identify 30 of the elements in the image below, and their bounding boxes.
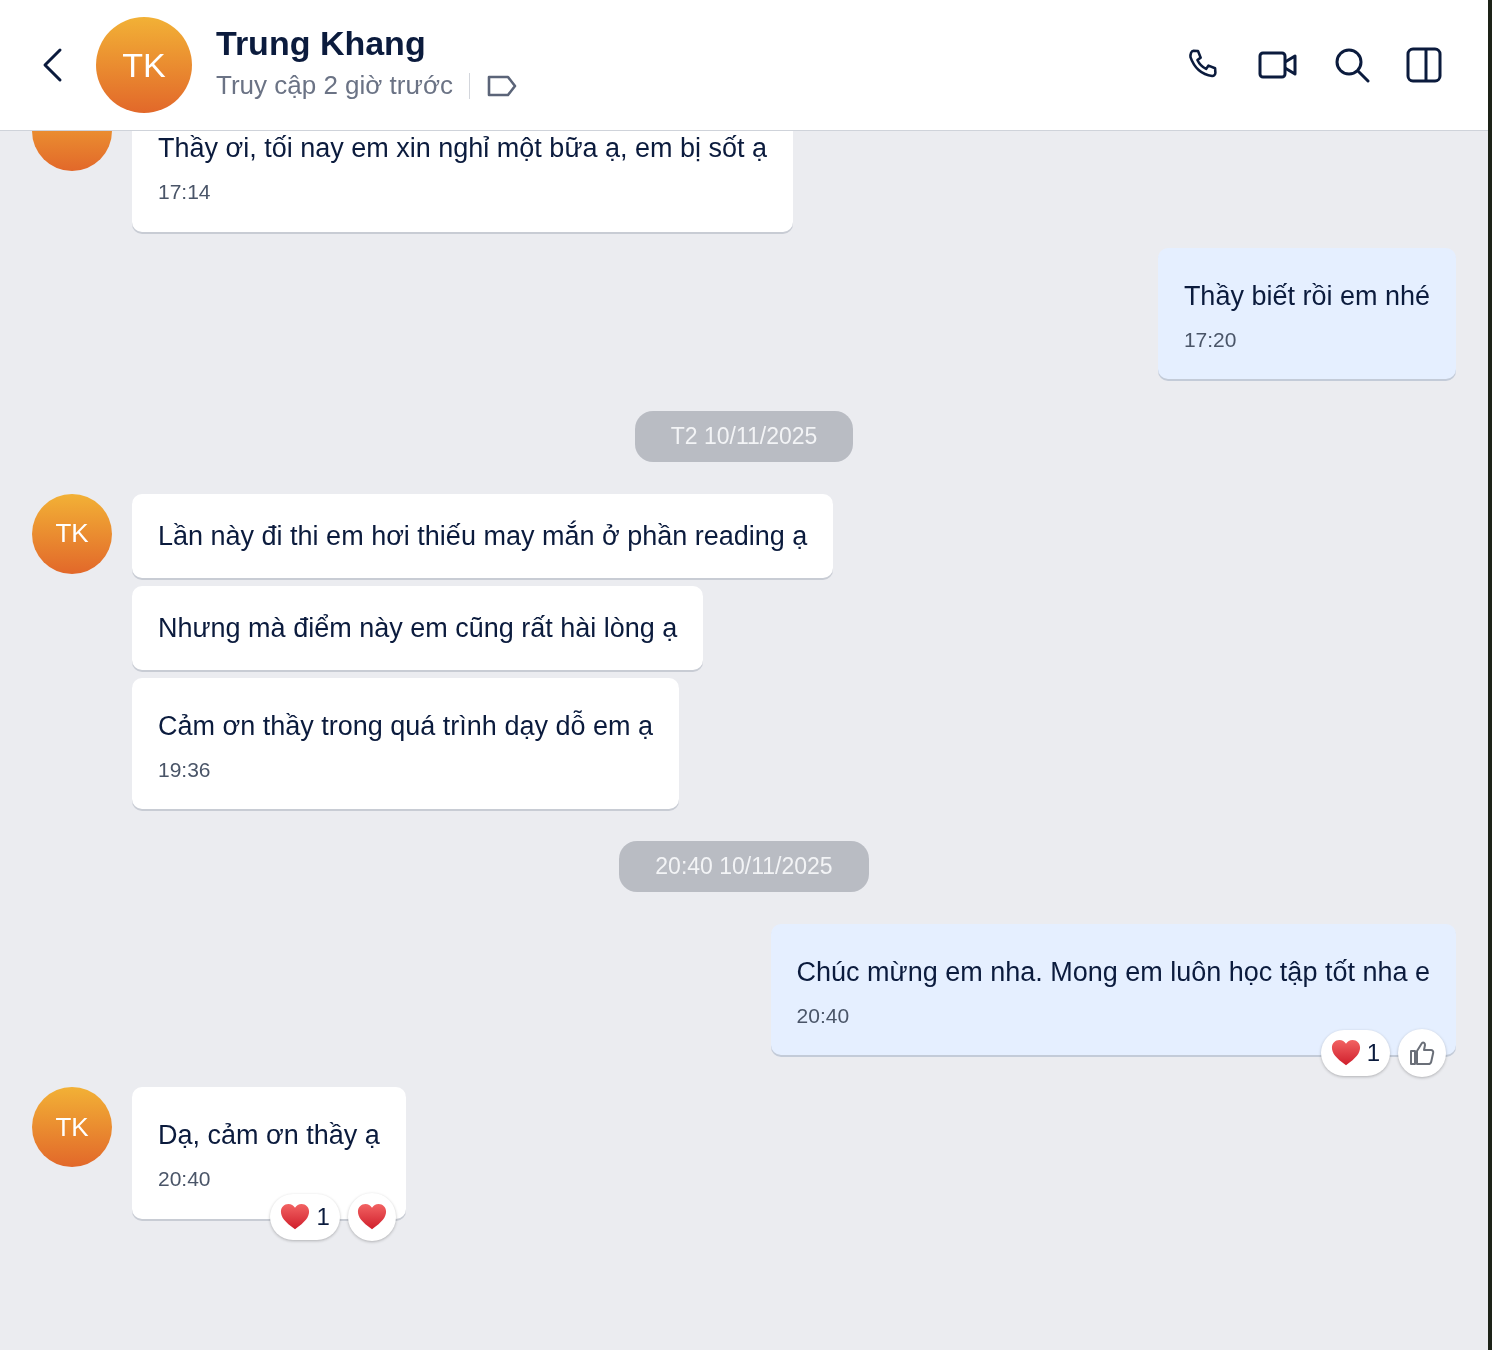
heart-icon — [280, 1201, 311, 1232]
side-panel-icon[interactable] — [1406, 47, 1442, 83]
message-text: Cảm ơn thầy trong quá trình dạy dỗ em ạ — [158, 709, 653, 743]
reaction-count[interactable]: 1 — [270, 1193, 340, 1240]
message-text: Dạ, cảm ơn thầy ạ — [158, 1119, 380, 1152]
contact-name: Trung Khang — [216, 24, 427, 63]
last-seen-text: Truy cập 2 giờ trước — [216, 69, 453, 103]
contact-avatar[interactable]: TK — [32, 1087, 112, 1167]
video-camera-icon[interactable] — [1258, 50, 1298, 80]
date-divider: 20:40 10/11/2025 — [619, 841, 869, 892]
message-text: Thầy biết rồi em nhé — [1183, 279, 1430, 313]
message-text: Thầy ơi, tối nay em xin nghỉ một bữa ạ, em bị sốt ạ — [158, 132, 768, 165]
message-text: Lần này đi thi em hơi thiếu may mắn ở phần reading ạ — [158, 519, 808, 553]
message-text: Nhưng mà điểm này em cũng rất hài lòng ạ — [158, 611, 678, 645]
message-time: 20:40 — [158, 1166, 212, 1192]
reaction-number: 1 — [316, 1201, 330, 1232]
contact-avatar[interactable]: TK — [96, 17, 192, 113]
thumbs-up-icon[interactable] — [1398, 1029, 1446, 1077]
search-icon[interactable] — [1334, 47, 1370, 83]
tag-icon[interactable] — [485, 74, 518, 97]
reaction-number: 1 — [1366, 1038, 1380, 1068]
heart-icon — [1330, 1038, 1361, 1068]
message-time: 19:36 — [158, 756, 212, 783]
message-time: 17:14 — [158, 179, 212, 205]
date-divider: T2 10/11/2025 — [634, 411, 854, 462]
message-time: 20:40 — [796, 1002, 851, 1029]
message-time: 17:20 — [1183, 326, 1238, 353]
reaction-count[interactable]: 1 — [1320, 1030, 1390, 1076]
contact-avatar[interactable]: TK — [32, 493, 112, 574]
message-text: Chúc mừng em nha. Mong em luôn học tập tốt nha e — [796, 955, 1430, 989]
